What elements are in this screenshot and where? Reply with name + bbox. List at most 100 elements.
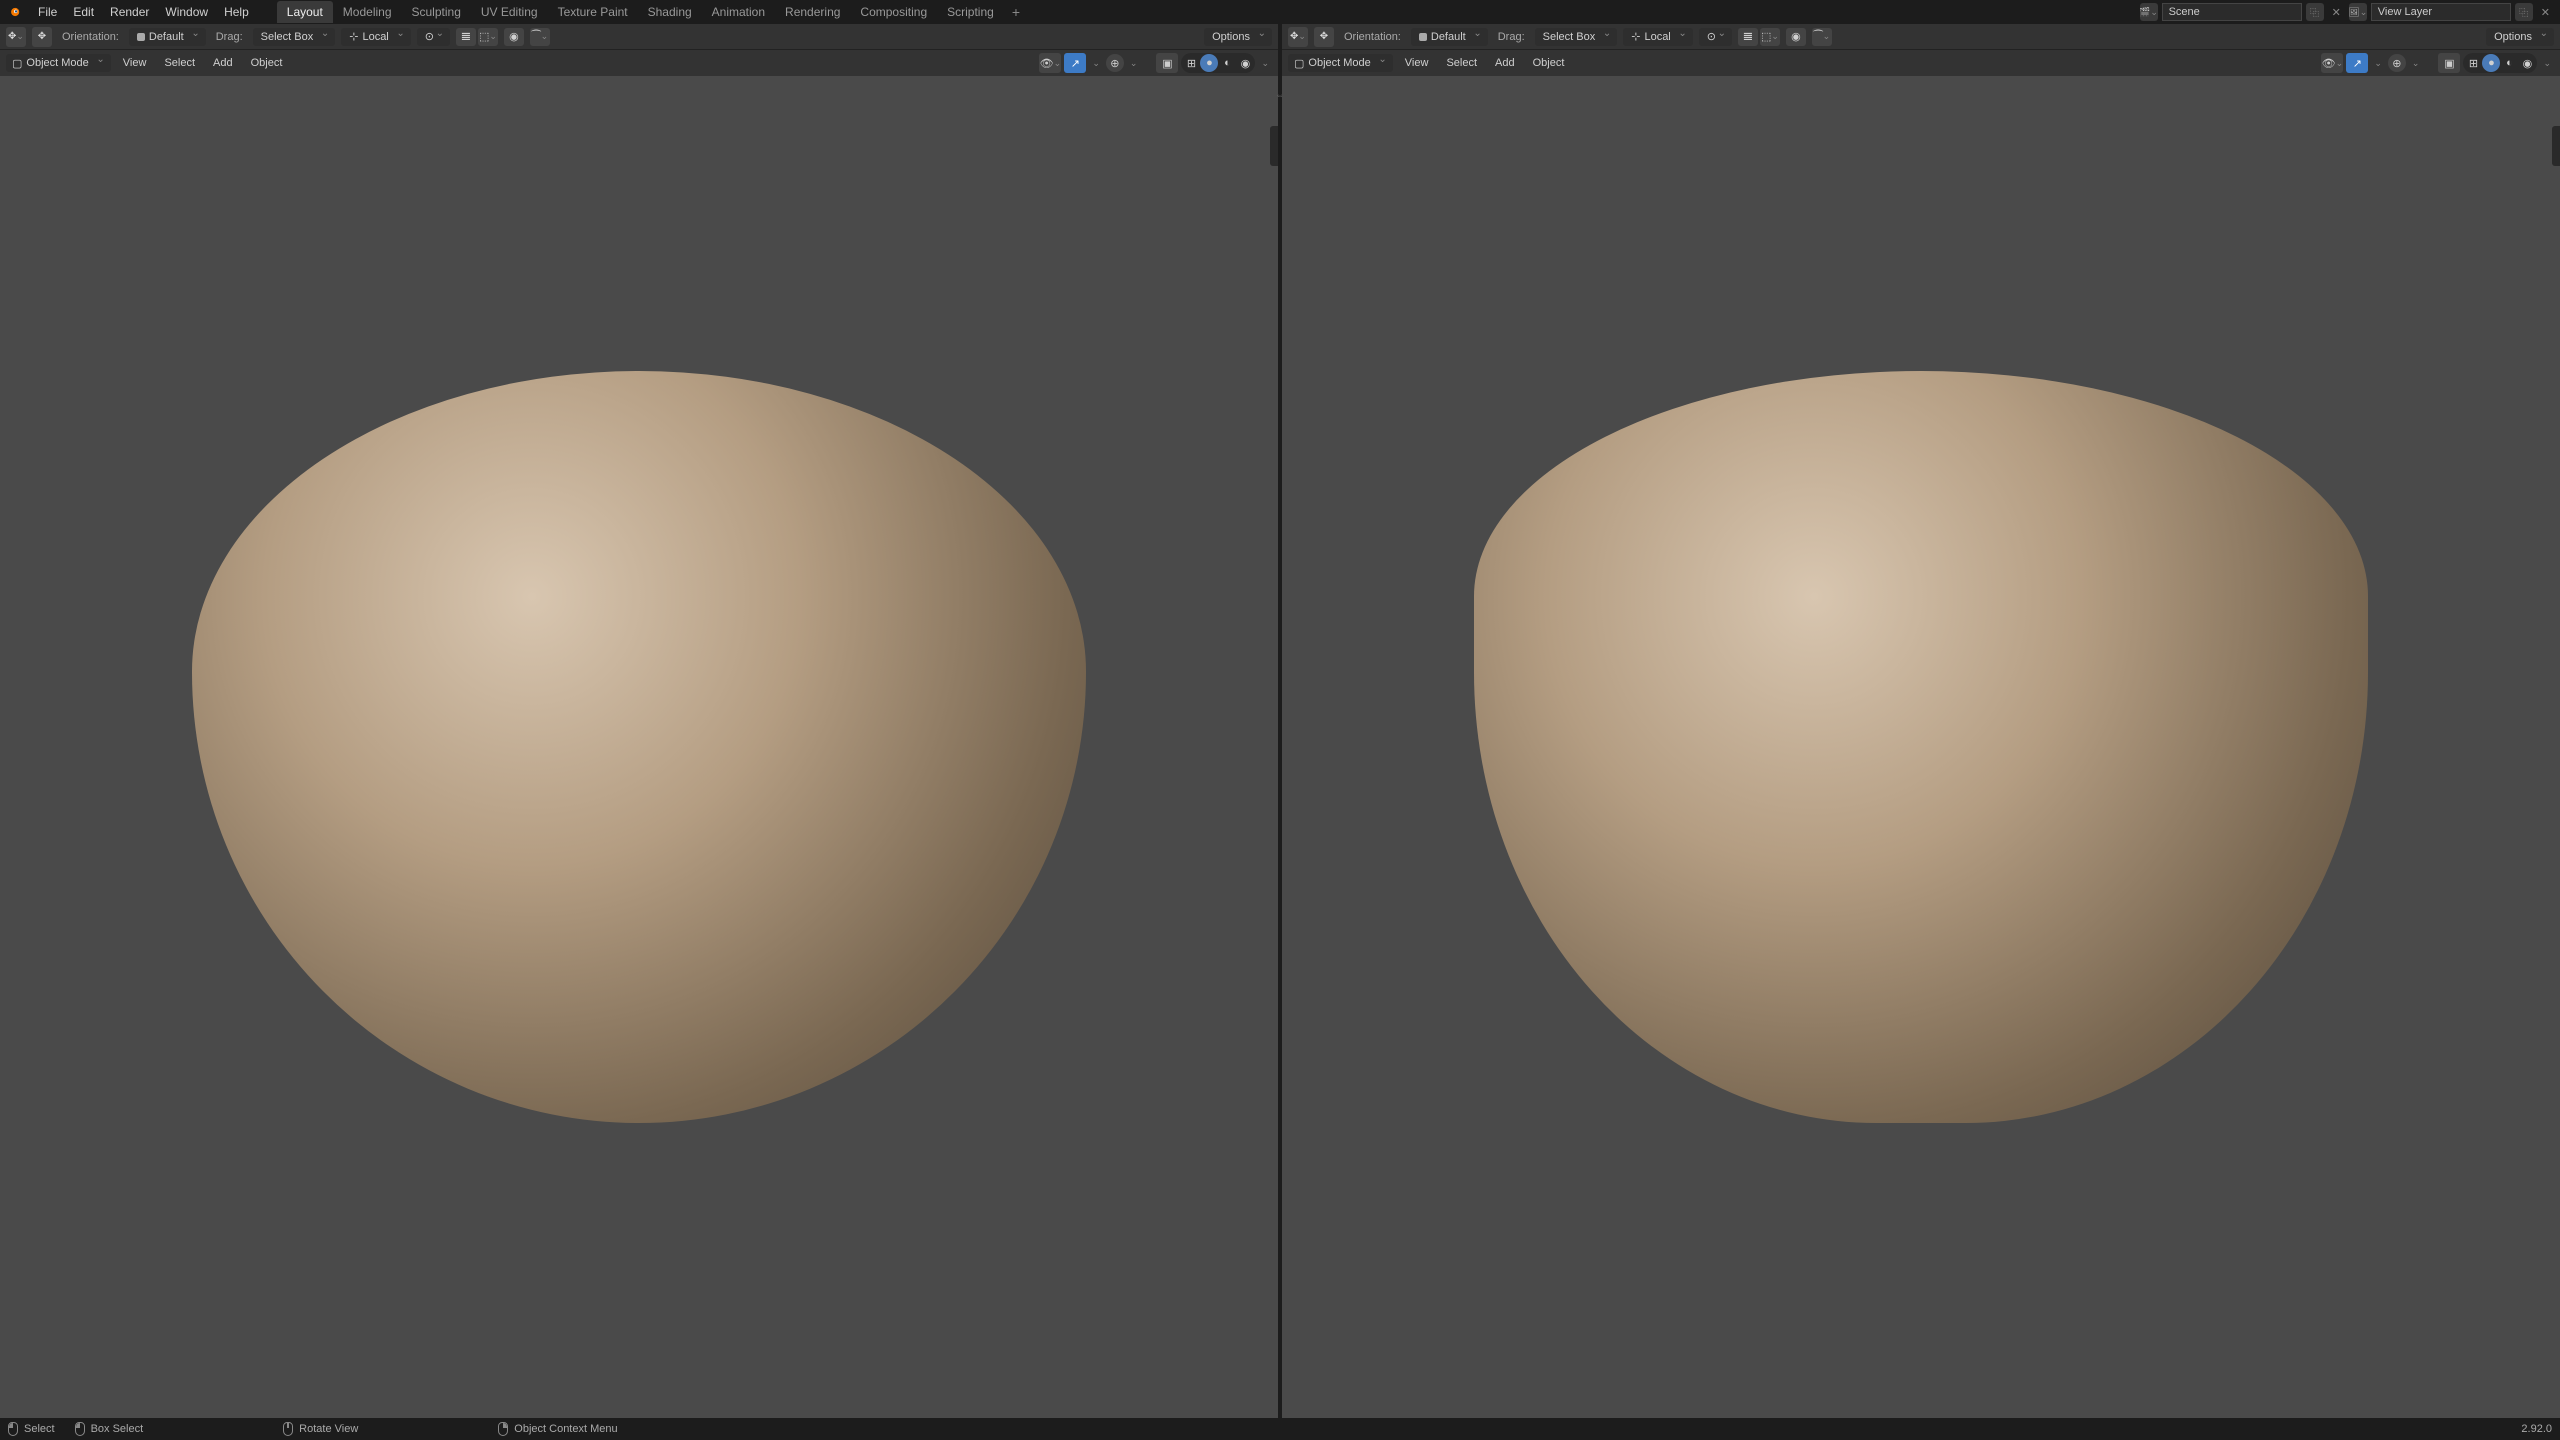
proportional-toggle[interactable]: ◉: [1786, 28, 1806, 46]
proportional-toggle[interactable]: ◉: [504, 28, 524, 46]
vp-menu-view[interactable]: View: [117, 57, 153, 69]
model-preview-right: [1474, 371, 2369, 1123]
shading-matprev[interactable]: ◐: [2500, 54, 2518, 72]
gizmo-chevron-icon[interactable]: ⌄: [1089, 58, 1103, 69]
shading-chevron-icon[interactable]: ⌄: [1258, 58, 1272, 69]
drag-dropdown[interactable]: Select Box: [253, 28, 336, 46]
workspace-rendering[interactable]: Rendering: [775, 1, 850, 23]
menu-edit[interactable]: Edit: [65, 5, 102, 19]
mode-dropdown[interactable]: ▢Object Mode: [1288, 54, 1393, 72]
visibility-dropdown[interactable]: 👁⌄: [2321, 53, 2343, 73]
menu-file[interactable]: File: [30, 5, 65, 19]
snap-group: 𝌆 ⬚⌄: [1738, 28, 1780, 46]
add-workspace-button[interactable]: +: [1004, 4, 1028, 20]
snap-toggle[interactable]: 𝌆: [1738, 28, 1758, 46]
vp-menu-add[interactable]: Add: [1489, 57, 1521, 69]
right-3d-viewport[interactable]: [1282, 76, 2560, 1418]
menu-help[interactable]: Help: [216, 5, 257, 19]
pivot-dropdown[interactable]: ⊙: [417, 28, 450, 46]
gizmo-toggle[interactable]: ↗: [1064, 53, 1086, 73]
orientation-dropdown[interactable]: Default: [129, 28, 206, 46]
snap-group: 𝌆 ⬚⌄: [456, 28, 498, 46]
workspace-animation[interactable]: Animation: [702, 1, 775, 23]
workspace-shading[interactable]: Shading: [638, 1, 702, 23]
top-menubar: File Edit Render Window Help Layout Mode…: [0, 0, 2560, 24]
vp-menu-select[interactable]: Select: [158, 57, 201, 69]
viewlayer-delete-button[interactable]: ✕: [2537, 6, 2554, 19]
shading-wire[interactable]: ⊞: [1182, 54, 1200, 72]
visibility-dropdown[interactable]: 👁⌄: [1039, 53, 1061, 73]
scene-delete-button[interactable]: ✕: [2328, 6, 2345, 19]
scene-browse-icon[interactable]: 🎬⌄: [2140, 3, 2158, 21]
scene-new-button[interactable]: ⿻: [2306, 3, 2324, 21]
gizmo-toggle[interactable]: ↗: [2346, 53, 2368, 73]
overlays-chevron-icon[interactable]: ⌄: [2409, 58, 2423, 69]
transform-orientation-dropdown[interactable]: ⊹Local: [1623, 28, 1693, 46]
gizmo-chevron-icon[interactable]: ⌄: [2371, 58, 2385, 69]
orientation-value: Default: [149, 31, 184, 43]
move-tool-icon[interactable]: ✥: [1314, 27, 1334, 47]
status-box-select-label: Box Select: [91, 1423, 144, 1435]
viewlayer-browse-icon[interactable]: 🖼⌄: [2349, 3, 2367, 21]
vp-menu-view[interactable]: View: [1399, 57, 1435, 69]
viewport-header-right: 👁⌄ ↗ ⌄ ⊕ ⌄ ▣ ⊞ ● ◐ ◉ ⌄: [1039, 53, 1272, 73]
shading-solid[interactable]: ●: [1200, 54, 1218, 72]
vp-menu-select[interactable]: Select: [1440, 57, 1483, 69]
pivot-dropdown[interactable]: ⊙: [1699, 28, 1732, 46]
right-viewport-pane: ✥⌄ ✥ Orientation: Default Drag: Select B…: [1282, 24, 2560, 1418]
shading-mode-strip: ⊞ ● ◐ ◉: [1181, 53, 1255, 73]
drag-dropdown[interactable]: Select Box: [1535, 28, 1618, 46]
shading-solid[interactable]: ●: [2482, 54, 2500, 72]
cursor-tool-icon[interactable]: ✥⌄: [6, 27, 26, 47]
shading-rendered[interactable]: ◉: [1236, 54, 1254, 72]
menu-window[interactable]: Window: [157, 5, 216, 19]
vp-menu-add[interactable]: Add: [207, 57, 239, 69]
proportional-type-dropdown[interactable]: ⁀⌄: [1812, 28, 1832, 46]
shading-rendered[interactable]: ◉: [2518, 54, 2536, 72]
vp-menu-object[interactable]: Object: [1527, 57, 1571, 69]
workspace-layout[interactable]: Layout: [277, 1, 333, 23]
left-3d-viewport[interactable]: [0, 76, 1278, 1418]
tool-options-dropdown[interactable]: Options: [1204, 28, 1272, 46]
overlays-toggle[interactable]: ⊕: [1106, 54, 1124, 72]
mouse-left-icon: [8, 1422, 18, 1436]
version-label: 2.92.0: [2521, 1423, 2552, 1435]
workspace-texture[interactable]: Texture Paint: [548, 1, 638, 23]
workspace-compositing[interactable]: Compositing: [850, 1, 937, 23]
shading-chevron-icon[interactable]: ⌄: [2540, 58, 2554, 69]
cursor-tool-icon[interactable]: ✥⌄: [1288, 27, 1308, 47]
menubar-right: 🎬⌄ Scene ⿻ ✕ 🖼⌄ View Layer ⿻ ✕: [2140, 3, 2554, 21]
tool-header-left: ✥⌄ ✥ Orientation: Default Drag: Select B…: [0, 24, 1278, 50]
workspace-scripting[interactable]: Scripting: [937, 1, 1004, 23]
mouse-right-icon: [498, 1422, 508, 1436]
menu-render[interactable]: Render: [102, 5, 157, 19]
viewlayer-name-field[interactable]: View Layer: [2371, 3, 2511, 21]
status-rotate-label: Rotate View: [299, 1423, 358, 1435]
vp-menu-object[interactable]: Object: [245, 57, 289, 69]
workspace-sculpting[interactable]: Sculpting: [402, 1, 471, 23]
snap-type-dropdown[interactable]: ⬚⌄: [1760, 28, 1780, 46]
status-box-select: Box Select: [75, 1422, 144, 1436]
workspace-modeling[interactable]: Modeling: [333, 1, 402, 23]
shading-matprev[interactable]: ◐: [1218, 54, 1236, 72]
proportional-type-dropdown[interactable]: ⁀⌄: [530, 28, 550, 46]
status-context-label: Object Context Menu: [514, 1423, 617, 1435]
blender-logo-icon[interactable]: [6, 4, 22, 20]
overlays-toggle[interactable]: ⊕: [2388, 54, 2406, 72]
scene-name-field[interactable]: Scene: [2162, 3, 2302, 21]
shading-wire[interactable]: ⊞: [2464, 54, 2482, 72]
snap-toggle[interactable]: 𝌆: [456, 28, 476, 46]
move-tool-icon[interactable]: ✥: [32, 27, 52, 47]
mode-dropdown[interactable]: ▢Object Mode: [6, 54, 111, 72]
workspace-uv[interactable]: UV Editing: [471, 1, 548, 23]
xray-toggle[interactable]: ▣: [2438, 53, 2460, 73]
orientation-dropdown[interactable]: Default: [1411, 28, 1488, 46]
viewlayer-new-button[interactable]: ⿻: [2515, 3, 2533, 21]
right-sidebar-toggle[interactable]: [2552, 126, 2560, 166]
left-sidebar-toggle[interactable]: [1270, 126, 1278, 166]
snap-type-dropdown[interactable]: ⬚⌄: [478, 28, 498, 46]
overlays-chevron-icon[interactable]: ⌄: [1127, 58, 1141, 69]
xray-toggle[interactable]: ▣: [1156, 53, 1178, 73]
transform-orientation-dropdown[interactable]: ⊹Local: [341, 28, 411, 46]
tool-options-dropdown[interactable]: Options: [2486, 28, 2554, 46]
